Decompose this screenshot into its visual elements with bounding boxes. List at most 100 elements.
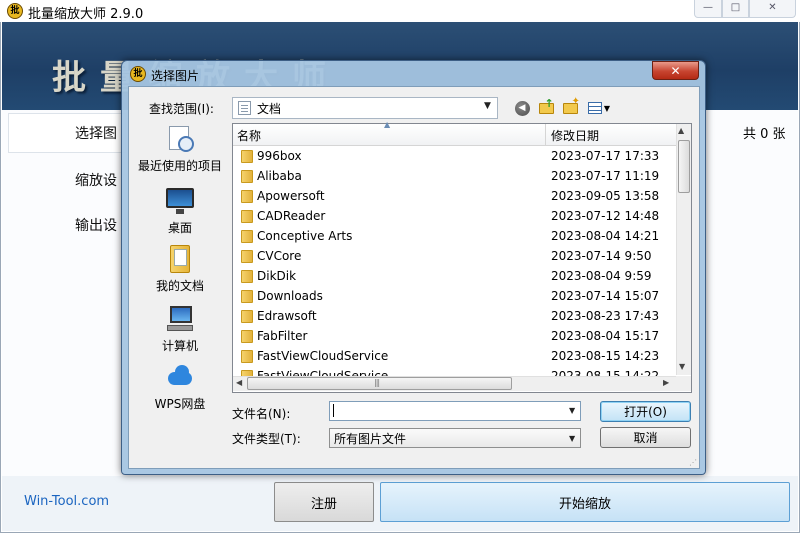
list-item[interactable]: 996box 2023-07-17 17:33	[233, 146, 676, 166]
list-item[interactable]: DikDik 2023-08-04 9:59	[233, 266, 676, 286]
list-item[interactable]: FabFilter 2023-08-04 15:17	[233, 326, 676, 346]
file-modified: 2023-07-12 14:48	[551, 209, 660, 223]
app-logo-icon: 批	[7, 3, 23, 19]
text-caret	[333, 404, 334, 417]
list-item[interactable]: Downloads 2023-07-14 15:07	[233, 286, 676, 306]
up-one-level-button[interactable]: ↑	[536, 98, 556, 117]
list-item[interactable]: FastViewCloudService 2023-08-15 14:23	[233, 346, 676, 366]
place-label: 计算机	[161, 339, 198, 353]
place-computer[interactable]: 计算机	[131, 304, 229, 354]
documents-folder-icon	[238, 101, 251, 115]
new-folder-icon: ✦	[562, 96, 580, 114]
chevron-down-icon[interactable]: ▼	[484, 101, 491, 111]
file-name: Conceptive Arts	[257, 229, 353, 243]
list-item[interactable]: CVCore 2023-07-14 9:50	[233, 246, 676, 266]
dialog-title: 选择图片	[151, 69, 200, 83]
wps-cloud-icon	[164, 362, 196, 392]
folder-icon	[241, 270, 253, 283]
resize-grip-icon[interactable]: ⋰	[689, 458, 697, 467]
file-name: CVCore	[257, 249, 302, 263]
column-header-name[interactable]: 名称	[237, 127, 261, 144]
view-caret-icon: ▼	[603, 103, 611, 113]
file-name: Edrawsoft	[257, 309, 317, 323]
chevron-down-icon[interactable]: ▼	[569, 434, 575, 443]
up-folder-icon: ↑	[538, 98, 554, 114]
place-desktop[interactable]: 桌面	[131, 186, 229, 236]
list-item[interactable]: Alibaba 2023-07-17 11:19	[233, 166, 676, 186]
window-title: 批量缩放大师 2.9.0	[28, 7, 144, 22]
back-button[interactable]: ◀	[513, 99, 531, 117]
dialog-logo-glyph: 批	[133, 68, 143, 79]
nav-item-output-settings[interactable]: 输出设	[75, 215, 117, 235]
place-label: 桌面	[167, 221, 192, 235]
view-menu-icon	[587, 102, 602, 114]
my-documents-icon	[164, 244, 196, 274]
dialog-logo-icon: 批	[130, 66, 146, 82]
scroll-grip-icon: |||	[374, 378, 380, 387]
file-name: Downloads	[257, 289, 323, 303]
chevron-down-icon[interactable]: ▼	[569, 406, 575, 415]
file-modified: 2023-07-17 17:33	[551, 149, 660, 163]
website-link[interactable]: Win-Tool.com	[24, 494, 109, 509]
folder-icon	[241, 330, 253, 343]
new-folder-button[interactable]: ✦	[560, 96, 580, 117]
folder-icon	[241, 210, 253, 223]
folder-icon	[241, 150, 253, 163]
open-button[interactable]: 打开(O)	[600, 401, 691, 422]
place-wps-cloud[interactable]: WPS网盘	[131, 362, 229, 412]
file-type-label: 文件类型(T):	[232, 432, 301, 446]
cancel-button[interactable]: 取消	[600, 427, 691, 448]
horizontal-scroll-thumb[interactable]	[247, 377, 512, 390]
back-icon: ◀	[514, 100, 530, 116]
vertical-scroll-thumb[interactable]	[678, 140, 690, 193]
register-button[interactable]: 注册	[274, 482, 374, 522]
file-name-label: 文件名(N):	[232, 407, 291, 421]
nav-item-select-images[interactable]: 选择图	[75, 123, 117, 143]
dialog-close-button[interactable]: ✕	[652, 61, 699, 80]
column-header-modified[interactable]: 修改日期	[551, 127, 599, 144]
look-in-label: 查找范围(I):	[149, 102, 214, 116]
nav-item-scale-settings[interactable]: 缩放设	[75, 170, 117, 190]
file-modified: 2023-07-14 9:50	[551, 249, 652, 263]
list-item[interactable]: Apowersoft 2023-09-05 13:58	[233, 186, 676, 206]
file-name: DikDik	[257, 269, 297, 283]
scroll-left-icon[interactable]: ◀	[236, 378, 242, 387]
scroll-right-icon[interactable]: ▶	[663, 378, 669, 387]
computer-icon	[164, 304, 196, 334]
folder-icon	[241, 230, 253, 243]
place-recent-items[interactable]: 最近使用的项目	[131, 124, 229, 174]
file-name: Apowersoft	[257, 189, 325, 203]
place-label: WPS网盘	[154, 397, 206, 411]
desktop-icon	[164, 186, 196, 216]
file-name: 996box	[257, 149, 302, 163]
close-button[interactable]: ✕	[749, 0, 796, 18]
file-modified: 2023-08-15 14:23	[551, 349, 660, 363]
file-modified: 2023-08-04 9:59	[551, 269, 652, 283]
file-name-input[interactable]	[329, 401, 581, 421]
file-modified: 2023-09-05 13:58	[551, 189, 660, 203]
maximize-button[interactable]: □	[722, 0, 749, 18]
scroll-down-icon[interactable]: ▼	[679, 362, 685, 371]
start-scaling-button[interactable]: 开始缩放	[380, 482, 790, 522]
file-name: FastViewCloudService	[257, 349, 389, 363]
view-menu-button[interactable]: ▼	[585, 99, 613, 117]
list-item[interactable]: Conceptive Arts 2023-08-04 14:21	[233, 226, 676, 246]
list-item[interactable]: CADReader 2023-07-12 14:48	[233, 206, 676, 226]
file-modified: 2023-08-04 15:17	[551, 329, 660, 343]
list-header	[233, 124, 676, 146]
folder-icon	[241, 310, 253, 323]
file-name: Alibaba	[257, 169, 302, 183]
folder-icon	[241, 170, 253, 183]
file-modified: 2023-08-23 17:43	[551, 309, 660, 323]
minimize-button[interactable]: —	[694, 0, 722, 18]
look-in-value: 文档	[257, 102, 282, 116]
place-my-documents[interactable]: 我的文档	[131, 244, 229, 294]
file-modified: 2023-07-17 11:19	[551, 169, 660, 183]
place-label: 最近使用的项目	[137, 159, 222, 173]
image-count: 共 0 张	[743, 127, 786, 142]
list-item[interactable]: Edrawsoft 2023-08-23 17:43	[233, 306, 676, 326]
place-label: 我的文档	[155, 279, 204, 293]
column-divider[interactable]	[545, 124, 546, 146]
file-name: FabFilter	[257, 329, 308, 343]
scroll-up-icon[interactable]: ▲	[678, 126, 684, 135]
